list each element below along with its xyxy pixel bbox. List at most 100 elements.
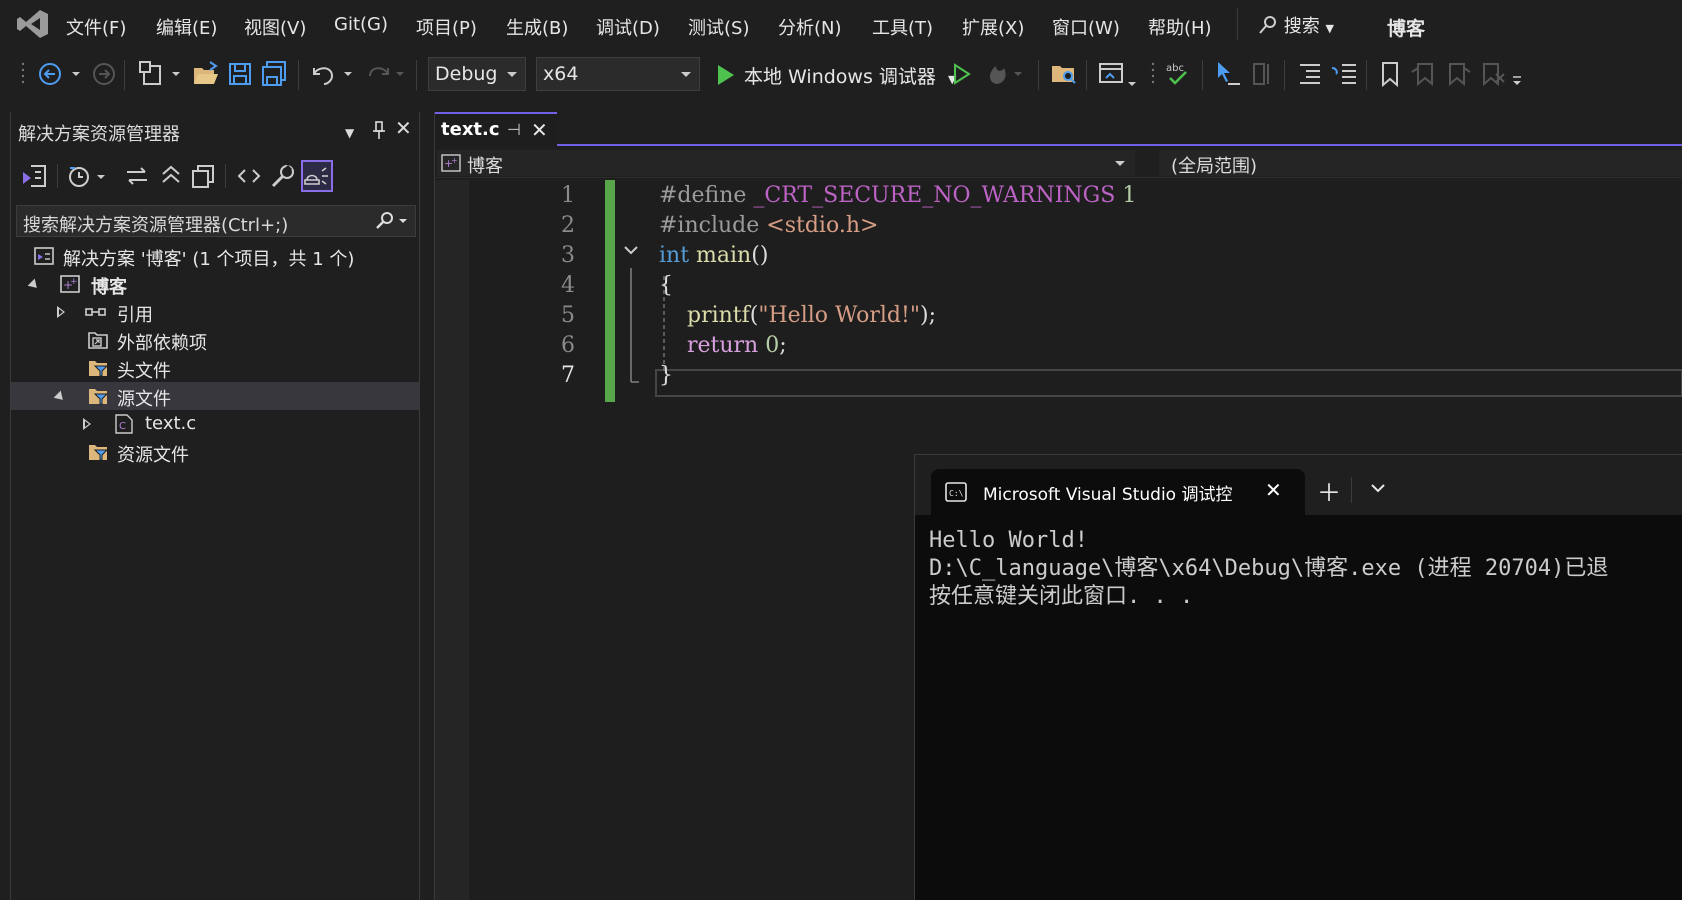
toolbar-separator [1284, 60, 1285, 90]
spell-check-button[interactable]: abc [1164, 60, 1192, 88]
expanded-arrow-icon[interactable] [27, 278, 41, 292]
chevron-down-icon [681, 72, 691, 77]
solution-explorer-panel: 解决方案资源管理器 ▼ ✕ 搜索解决方案资源管理器(Ctrl+;) 解决方案 '… [10, 112, 420, 900]
save-all-button[interactable] [260, 60, 288, 88]
menu-analyze[interactable]: 分析(N) [778, 14, 842, 40]
menu-view[interactable]: 视图(V) [244, 14, 306, 40]
open-folder-button[interactable] [1050, 60, 1078, 88]
save-button[interactable] [226, 60, 254, 88]
bookmark-next-icon [1449, 63, 1471, 87]
menu-test[interactable]: 测试(S) [688, 14, 749, 40]
close-tab-icon[interactable]: ✕ [531, 118, 548, 142]
close-icon[interactable]: ✕ [395, 116, 412, 140]
pin-tab-icon[interactable]: ⊣ [507, 120, 521, 139]
indent-button[interactable] [1296, 60, 1324, 88]
next-bookmark-button[interactable] [1444, 60, 1472, 88]
project-dropdown[interactable]: + + 博客 [437, 150, 1135, 177]
menu-build[interactable]: 生成(B) [506, 14, 568, 40]
search-icon[interactable] [371, 210, 411, 232]
menu-git[interactable]: Git(G) [334, 14, 388, 35]
references-icon [85, 308, 106, 316]
line-number: 2 [561, 213, 575, 238]
chevron-down-icon[interactable] [1369, 479, 1387, 497]
tree-item-resource-files[interactable]: 资源文件 [11, 438, 419, 466]
properties-button[interactable] [269, 162, 297, 190]
tree-item-references[interactable]: 引用 [11, 298, 419, 326]
platform-dropdown[interactable]: x64 [536, 57, 700, 91]
configuration-dropdown[interactable]: Debug [428, 57, 526, 91]
sync-with-document-button[interactable] [123, 162, 151, 190]
pending-changes-filter-button[interactable] [67, 162, 111, 190]
terminal-output[interactable]: Hello World! D:\C_language\博客\x64\Debug\博… [929, 527, 1608, 611]
clock-icon [69, 167, 105, 187]
bookmark-button[interactable] [1376, 60, 1404, 88]
tree-item-project[interactable]: + + 博客 [11, 270, 419, 298]
show-all-files-button[interactable] [189, 162, 217, 190]
solution-explorer-toolbar [11, 154, 421, 196]
undo-icon [313, 67, 352, 85]
menu-file[interactable]: 文件(F) [66, 14, 126, 40]
close-icon[interactable]: ✕ [1265, 478, 1282, 502]
code-text: printf("Hello World!"); [659, 303, 936, 328]
navigate-back-button[interactable] [36, 60, 86, 88]
open-file-button[interactable] [192, 60, 220, 88]
panel-options-icon[interactable]: ▼ [345, 126, 354, 140]
new-project-button[interactable] [138, 60, 186, 88]
collapsed-arrow-icon[interactable] [83, 418, 91, 430]
new-tab-plus-icon[interactable]: ＋ [1317, 473, 1341, 508]
clear-bookmarks-button[interactable] [1478, 60, 1506, 88]
menu-edit[interactable]: 编辑(E) [156, 14, 217, 40]
tree-item-source-files[interactable]: 源文件 [11, 382, 419, 410]
collapsed-arrow-icon[interactable] [57, 306, 65, 318]
pin-icon[interactable] [371, 120, 387, 145]
tree-item-header-files[interactable]: 头文件 [11, 354, 419, 382]
code-text: #define _CRT_SECURE_NO_WARNINGS 1 [659, 183, 1136, 208]
terminal-tab[interactable]: C:\ Microsoft Visual Studio 调试控制台 ✕ [931, 469, 1305, 515]
switch-views-button[interactable] [21, 162, 49, 190]
prev-bookmark-button[interactable] [1410, 60, 1438, 88]
token: int [659, 243, 690, 268]
tree-item-solution[interactable]: 解决方案 '博客' (1 个项目，共 1 个) [11, 242, 419, 270]
navigate-forward-button[interactable] [90, 60, 118, 88]
comment-lines-button[interactable] [1330, 60, 1358, 88]
format-button[interactable] [1248, 60, 1276, 88]
tree-item-text-c[interactable]: C text.c [11, 410, 419, 438]
menu-help[interactable]: 帮助(H) [1148, 14, 1212, 40]
cpp-project-icon: + + [441, 154, 461, 172]
token: ); [919, 303, 936, 328]
visual-studio-logo-icon[interactable] [16, 8, 50, 40]
view-code-button[interactable] [235, 162, 263, 190]
window-layout-button[interactable] [1098, 60, 1142, 88]
format-icon [1253, 63, 1269, 85]
panel-title: 解决方案资源管理器 [18, 124, 180, 145]
solution-search-input[interactable]: 搜索解决方案资源管理器(Ctrl+;) [16, 205, 416, 237]
tab-text-c[interactable]: text.c ⊣ ✕ [435, 112, 557, 146]
search-button[interactable]: 搜索 ▼ [1258, 12, 1334, 38]
hot-reload-button[interactable] [984, 60, 1028, 88]
expanded-arrow-icon[interactable] [53, 390, 67, 404]
forward-arrow-icon [93, 63, 115, 85]
toolbar-grip-icon[interactable] [20, 60, 26, 88]
preview-selected-items-button[interactable] [301, 160, 333, 192]
menu-tools[interactable]: 工具(T) [872, 14, 933, 40]
play-icon [718, 65, 734, 85]
collapse-all-button[interactable] [157, 162, 185, 190]
tree-item-label: 资源文件 [117, 445, 189, 466]
terminal-tab-title: Microsoft Visual Studio 调试控制台 [983, 485, 1233, 505]
menu-extensions[interactable]: 扩展(X) [962, 14, 1024, 40]
menu-window[interactable]: 窗口(W) [1052, 14, 1120, 40]
redo-button[interactable] [362, 60, 410, 88]
svg-text:C: C [119, 421, 126, 432]
tree-item-label: text.c [145, 413, 197, 434]
menu-debug[interactable]: 调试(D) [596, 14, 660, 40]
undo-button[interactable] [308, 60, 356, 88]
tree-item-external-deps[interactable]: 外部依赖项 [11, 326, 419, 354]
scope-dropdown[interactable]: (全局范围) [1159, 150, 1682, 177]
toolbar-grip-icon[interactable] [1150, 60, 1156, 88]
start-debugging-button[interactable]: 本地 Windows 调试器 ▼ [714, 58, 956, 90]
menu-project[interactable]: 项目(P) [416, 14, 477, 40]
select-element-button[interactable] [1214, 60, 1242, 88]
comment-lines-icon [1331, 64, 1356, 84]
toolbar-overflow-button[interactable] [1510, 60, 1524, 88]
start-without-debugging-button[interactable] [950, 60, 974, 88]
